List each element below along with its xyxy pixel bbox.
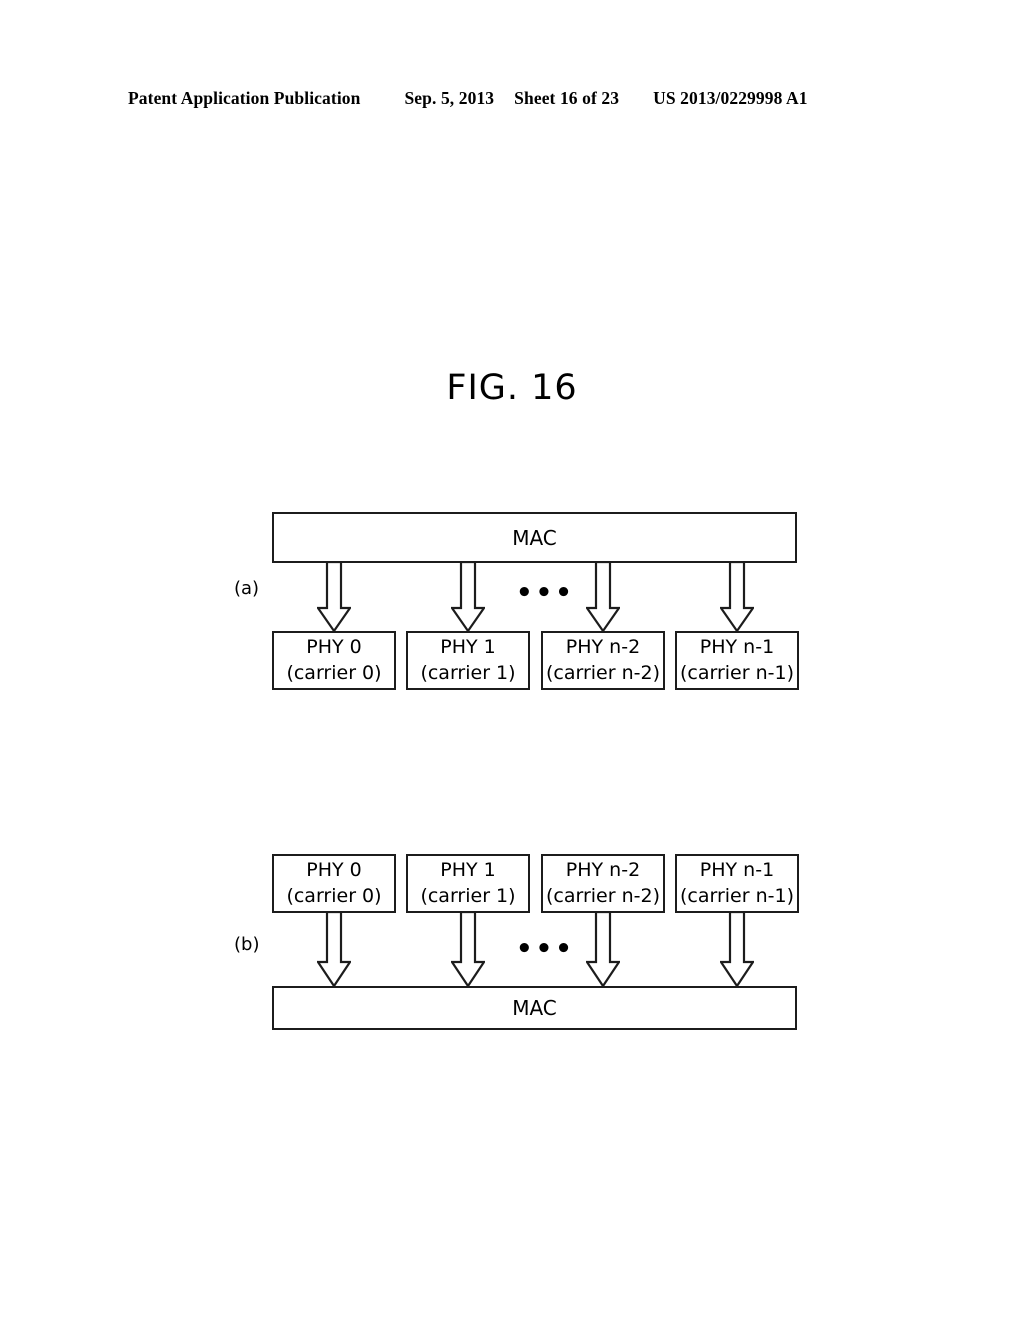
panel-b-phy-block-0: PHY 0 (carrier 0) [272, 854, 396, 913]
panel-a-phy-block-n-2: PHY n-2 (carrier n-2) [541, 631, 665, 690]
panel-a-phy-n-1-subtitle: (carrier n-1) [679, 661, 794, 684]
panel-a-ellipsis: ••• [516, 578, 575, 608]
panel-a-arrow-1 [451, 562, 485, 633]
panel-a-phy-n-1-title: PHY n-1 [699, 635, 775, 658]
panel-b-ellipsis: ••• [516, 934, 575, 964]
panel-a-arrow-0 [317, 562, 351, 633]
panel-b-phy-0-title: PHY 0 [306, 858, 362, 881]
header-date: Sep. 5, 2013 [404, 88, 495, 108]
panel-b-arrow-0 [317, 912, 351, 988]
panel-a-phy-block-0: PHY 0 (carrier 0) [272, 631, 396, 690]
panel-b-label: (b) [234, 934, 260, 955]
figure-title: FIG. 16 [446, 368, 578, 408]
panel-b-phy-n-2-title: PHY n-2 [565, 858, 641, 881]
panel-a-phy-n-2-subtitle: (carrier n-2) [545, 661, 660, 684]
panel-b-mac-label: MAC [512, 996, 557, 1020]
header-patent-number: US 2013/0229998 A1 [653, 88, 808, 108]
panel-a-phy-1-title: PHY 1 [440, 635, 496, 658]
header-publication-title: Patent Application Publication [128, 88, 361, 108]
panel-b-arrow-n-2 [586, 912, 620, 988]
panel-a-label: (a) [234, 578, 260, 599]
panel-b-arrow-1 [451, 912, 485, 988]
panel-b-phy-n-1-subtitle: (carrier n-1) [679, 884, 794, 907]
panel-b-phy-1-title: PHY 1 [440, 858, 496, 881]
page-header: Patent Application Publication Sep. 5, 2… [128, 88, 896, 112]
panel-a-phy-1-subtitle: (carrier 1) [420, 661, 516, 684]
panel-a-phy-block-1: PHY 1 (carrier 1) [406, 631, 530, 690]
panel-a-phy-0-title: PHY 0 [306, 635, 362, 658]
panel-a-phy-block-n-1: PHY n-1 (carrier n-1) [675, 631, 799, 690]
panel-b-phy-block-n-1: PHY n-1 (carrier n-1) [675, 854, 799, 913]
panel-a-mac-label: MAC [512, 525, 557, 550]
panel-b-phy-0-subtitle: (carrier 0) [286, 884, 382, 907]
panel-b-phy-1-subtitle: (carrier 1) [420, 884, 516, 907]
panel-a-mac-block: MAC [272, 512, 797, 563]
panel-b-mac-block: MAC [272, 986, 797, 1030]
panel-a-phy-0-subtitle: (carrier 0) [286, 661, 382, 684]
panel-b-phy-block-n-2: PHY n-2 (carrier n-2) [541, 854, 665, 913]
panel-b-phy-block-1: PHY 1 (carrier 1) [406, 854, 530, 913]
panel-b-phy-n-2-subtitle: (carrier n-2) [545, 884, 660, 907]
panel-b-arrow-n-1 [720, 912, 754, 988]
panel-b-phy-n-1-title: PHY n-1 [699, 858, 775, 881]
panel-a-phy-n-2-title: PHY n-2 [565, 635, 641, 658]
header-sheet-number: Sheet 16 of 23 [514, 88, 620, 108]
panel-a-arrow-n-1 [720, 562, 754, 633]
panel-a-arrow-n-2 [586, 562, 620, 633]
